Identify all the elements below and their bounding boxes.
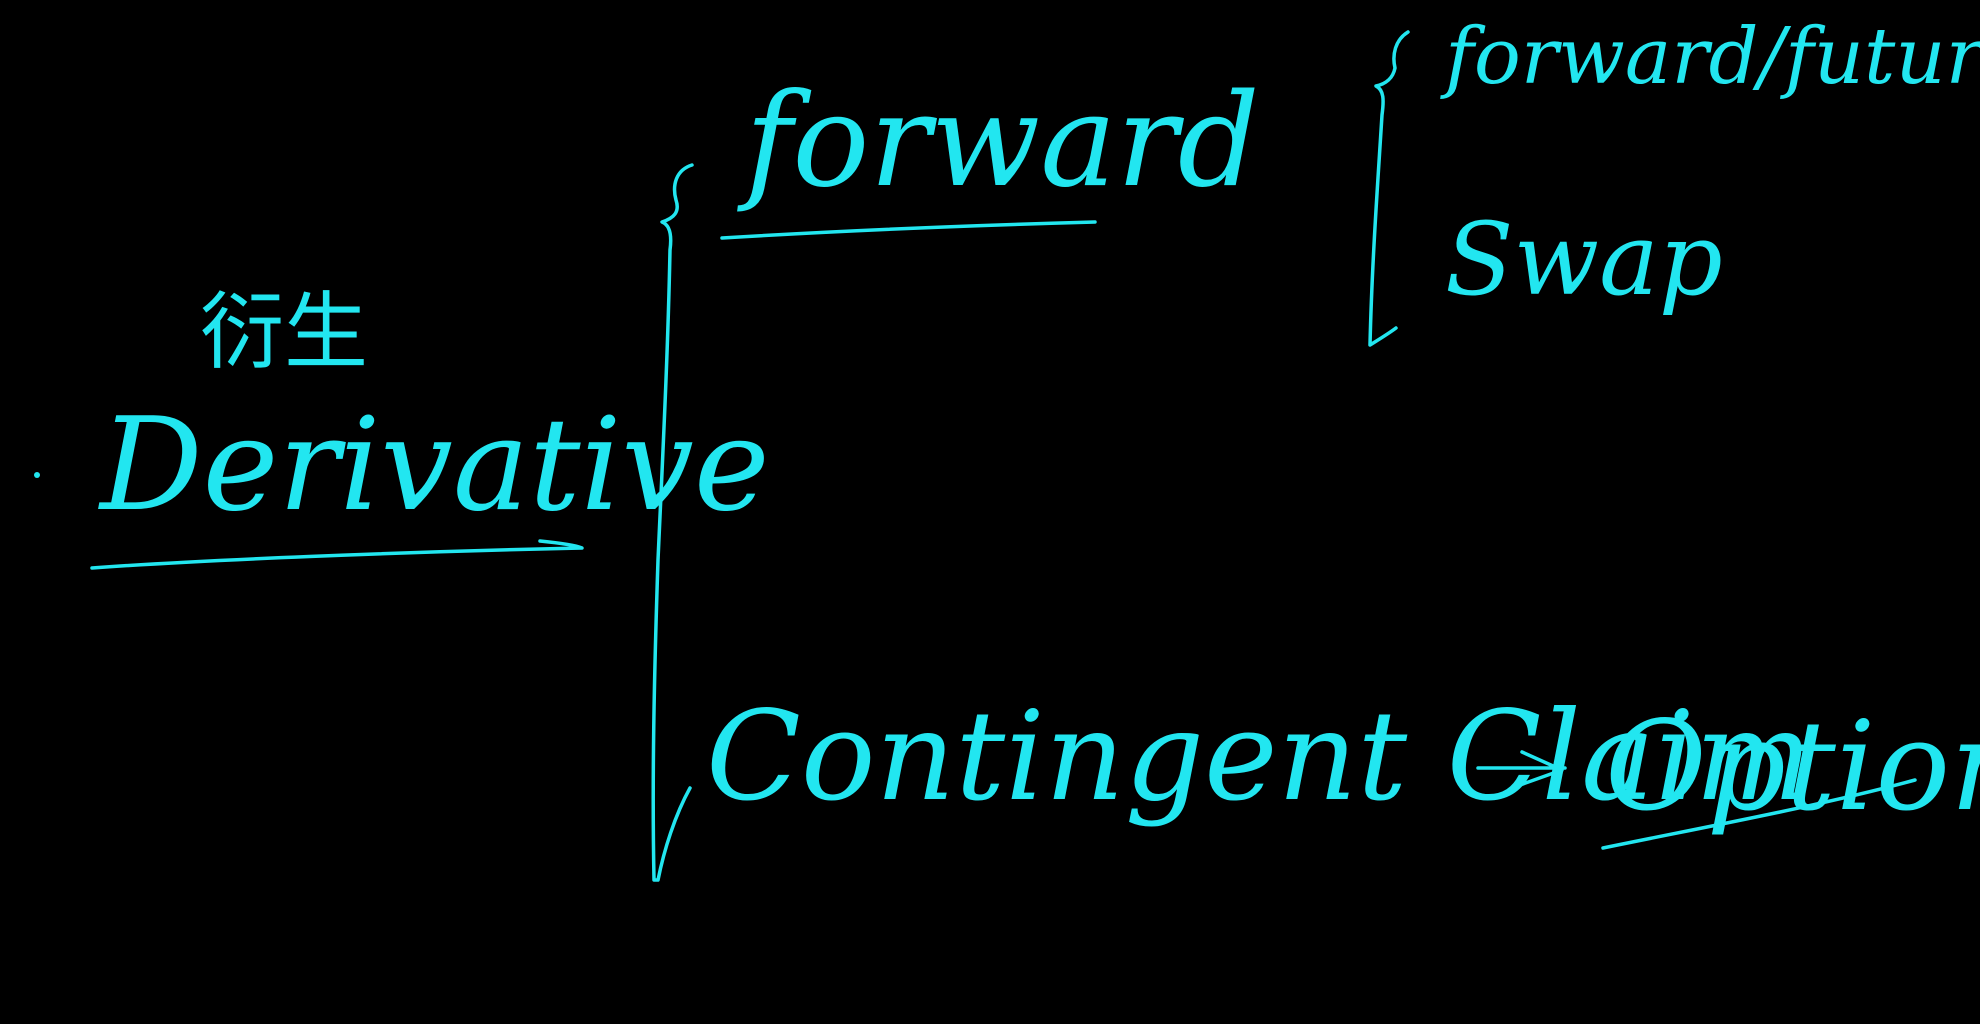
main-bracket	[651, 163, 694, 882]
derivative-underline	[90, 539, 584, 570]
bullet-dot	[34, 472, 40, 478]
ink-layer	[34, 30, 1917, 882]
option-underline	[1601, 778, 1917, 850]
whiteboard-canvas[interactable]: 衍生 Derivative forward forward/future Swa…	[0, 0, 1980, 1024]
forward-underline	[720, 220, 1097, 240]
sub-bracket	[1368, 30, 1410, 347]
claim-option-arrow	[1476, 750, 1567, 787]
